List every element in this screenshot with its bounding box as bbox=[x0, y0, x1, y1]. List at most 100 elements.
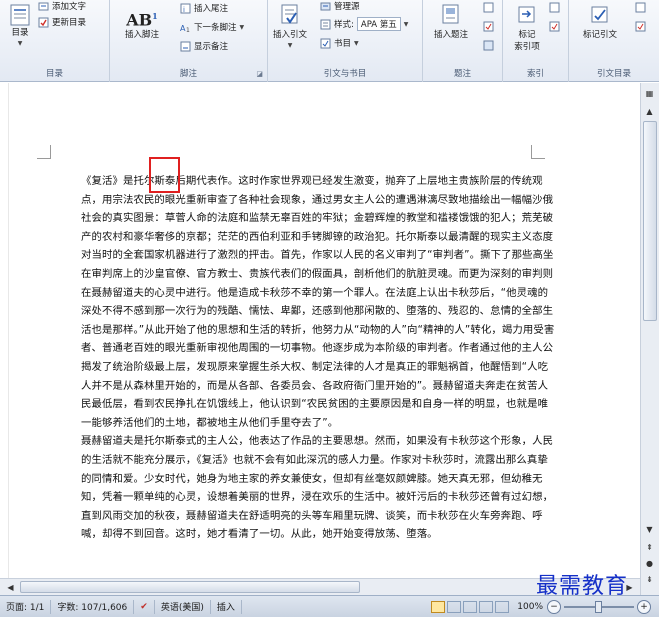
update-toc-label: 更新目录 bbox=[52, 18, 87, 28]
vertical-scrollbar[interactable]: ▦ ▲ ▼ ⇞ ● ⇟ bbox=[640, 83, 659, 595]
proofing-icon[interactable]: ✔ bbox=[134, 599, 155, 614]
add-text-label: 添加文字 bbox=[52, 2, 87, 12]
ribbon: 目录 ▼ 添加文字 更新目录 目录 AB1 插入脚注 i 插入尾注 A1 下一条… bbox=[0, 0, 659, 82]
next-footnote-label: 下一条脚注 bbox=[194, 23, 237, 33]
insert-citation-dropdown-icon: ▼ bbox=[287, 42, 293, 49]
insert-toa-button[interactable] bbox=[635, 2, 646, 13]
bibliography-dropdown-icon: ▼ bbox=[354, 39, 359, 47]
insert-endnote-label: 插入尾注 bbox=[194, 4, 229, 14]
caption-small-button-3[interactable] bbox=[483, 40, 494, 51]
paragraph[interactable]: 聂赫留道夫是托尔斯泰式的主人公，他表达了作品的主要思想。然而，如果没有卡秋莎这个… bbox=[60, 432, 556, 544]
show-notes-button[interactable]: 显示备注 bbox=[180, 40, 228, 52]
citation-style-dropdown-icon: ▼ bbox=[403, 20, 409, 28]
group-toa: 标记引文 引文目录 bbox=[569, 0, 659, 82]
language-indicator[interactable]: 英语(美国) bbox=[155, 599, 211, 614]
page-count[interactable]: 页面: 1/1 bbox=[0, 599, 52, 614]
outline-view-icon[interactable] bbox=[479, 600, 494, 613]
mark-citation-button[interactable]: 标记引文 bbox=[573, 4, 627, 40]
cross-reference-icon bbox=[483, 40, 494, 51]
mark-entry-label-2: 索引项 bbox=[514, 42, 540, 52]
scroll-down-icon[interactable]: ▼ bbox=[641, 521, 658, 537]
cursor-highlight-box bbox=[149, 157, 180, 193]
zoom-out-button[interactable]: − bbox=[547, 599, 561, 614]
update-table-icon bbox=[483, 21, 494, 32]
mark-entry-icon bbox=[518, 6, 535, 23]
scroll-left-icon[interactable]: ◀ bbox=[2, 579, 19, 595]
insert-endnote-icon: i bbox=[180, 3, 191, 14]
group-toc-label: 目录 bbox=[45, 69, 63, 79]
update-index-button[interactable] bbox=[549, 21, 560, 32]
next-page-icon[interactable]: ⇟ bbox=[641, 571, 658, 587]
paragraph[interactable]: 《复活》是托尔斯泰后期代表作。这时作家世界观已经发生激变，抛弃了上层地主贵族阶层… bbox=[60, 172, 556, 432]
group-citations-label: 引文与书目 bbox=[323, 69, 367, 79]
caption-small-button-2[interactable] bbox=[483, 21, 494, 32]
update-toa-icon bbox=[635, 21, 646, 32]
view-buttons bbox=[431, 600, 510, 613]
next-footnote-dropdown-icon: ▼ bbox=[239, 23, 245, 31]
next-footnote-icon: A1 bbox=[180, 24, 190, 33]
citation-style-icon bbox=[320, 19, 331, 29]
toc-label: 目录 bbox=[11, 28, 29, 38]
zoom-level[interactable]: 100% bbox=[517, 602, 543, 612]
mark-entry-button[interactable]: 标记 索引项 bbox=[509, 4, 545, 52]
citation-style-select[interactable]: 样式: APA 第五 ▼ bbox=[320, 17, 408, 31]
next-footnote-button[interactable]: A1 下一条脚注 ▼ bbox=[180, 21, 244, 33]
caption-small-button-1[interactable] bbox=[483, 2, 494, 13]
add-text-button[interactable]: 添加文字 bbox=[38, 0, 86, 12]
insert-table-of-figures-icon bbox=[483, 2, 494, 13]
group-footnotes-label: 脚注 bbox=[179, 69, 197, 79]
ruler-toggle-icon[interactable]: ▦ bbox=[641, 85, 658, 101]
insert-index-button[interactable] bbox=[549, 2, 560, 13]
insert-caption-icon bbox=[442, 4, 459, 24]
group-footnotes: AB1 插入脚注 i 插入尾注 A1 下一条脚注 ▼ 显示备注 脚注 ◪ bbox=[110, 0, 268, 82]
mark-citation-label: 标记引文 bbox=[582, 30, 617, 40]
toc-icon bbox=[10, 4, 30, 26]
svg-text:1: 1 bbox=[186, 27, 190, 33]
horizontal-scroll-thumb[interactable] bbox=[20, 581, 360, 593]
group-captions-label: 题注 bbox=[453, 69, 471, 79]
zoom-slider-thumb[interactable] bbox=[595, 600, 602, 613]
zoom-in-button[interactable]: + bbox=[637, 599, 651, 614]
word-count[interactable]: 字数: 107/1,606 bbox=[51, 599, 135, 614]
group-captions: 插入题注 题注 bbox=[423, 0, 503, 82]
group-toc: 目录 ▼ 添加文字 更新目录 目录 bbox=[0, 0, 110, 82]
crop-mark-top-left bbox=[37, 145, 51, 159]
footnotes-launcher-icon[interactable]: ◪ bbox=[256, 70, 263, 78]
toc-button[interactable]: 目录 ▼ bbox=[4, 4, 36, 48]
crop-mark-top-right bbox=[531, 145, 545, 159]
web-layout-view-icon[interactable] bbox=[463, 600, 478, 613]
citation-style-label: 样式: bbox=[334, 20, 354, 30]
insert-citation-label: 插入引文 bbox=[272, 30, 307, 40]
bibliography-button[interactable]: 书目 ▼ bbox=[320, 37, 359, 49]
insert-footnote-button[interactable]: AB1 插入脚注 bbox=[120, 4, 164, 40]
group-citations: 插入引文 ▼ 管理源 样式: APA 第五 ▼ 书目 ▼ 引文与书目 bbox=[268, 0, 423, 82]
group-index-label: 索引 bbox=[526, 69, 544, 79]
insert-caption-label: 插入题注 bbox=[433, 30, 468, 40]
full-screen-reading-view-icon[interactable] bbox=[447, 600, 462, 613]
scroll-thumb[interactable] bbox=[643, 121, 657, 321]
print-layout-view-icon[interactable] bbox=[431, 600, 446, 613]
watermark: 最需教育 bbox=[536, 574, 629, 599]
insert-mode[interactable]: 插入 bbox=[211, 599, 242, 614]
select-browse-object-icon[interactable]: ● bbox=[641, 555, 658, 571]
update-toc-button[interactable]: 更新目录 bbox=[38, 16, 86, 28]
insert-endnote-button[interactable]: i 插入尾注 bbox=[180, 2, 228, 14]
insert-caption-button[interactable]: 插入题注 bbox=[427, 4, 475, 40]
update-toc-icon bbox=[38, 17, 49, 27]
update-toa-button[interactable] bbox=[635, 21, 646, 32]
footnote-ab-icon: AB1 bbox=[126, 10, 158, 30]
previous-page-icon[interactable]: ⇞ bbox=[641, 539, 658, 555]
insert-index-icon bbox=[549, 2, 560, 13]
zoom-slider[interactable] bbox=[564, 600, 634, 614]
manage-sources-button[interactable]: 管理源 bbox=[320, 0, 360, 12]
group-toa-label: 引文目录 bbox=[596, 69, 631, 79]
document-body[interactable]: 《复活》是托尔斯泰后期代表作。这时作家世界观已经发生激变，抛弃了上层地主贵族阶层… bbox=[60, 172, 556, 544]
scroll-up-icon[interactable]: ▲ bbox=[641, 103, 658, 119]
insert-citation-button[interactable]: 插入引文 ▼ bbox=[270, 4, 310, 50]
group-index: 标记 索引项 索引 bbox=[503, 0, 569, 82]
show-notes-icon bbox=[180, 41, 191, 51]
draft-view-icon[interactable] bbox=[495, 600, 510, 613]
manage-sources-label: 管理源 bbox=[334, 2, 360, 12]
update-index-icon bbox=[549, 21, 560, 32]
mark-entry-label: 标记 bbox=[518, 30, 536, 40]
